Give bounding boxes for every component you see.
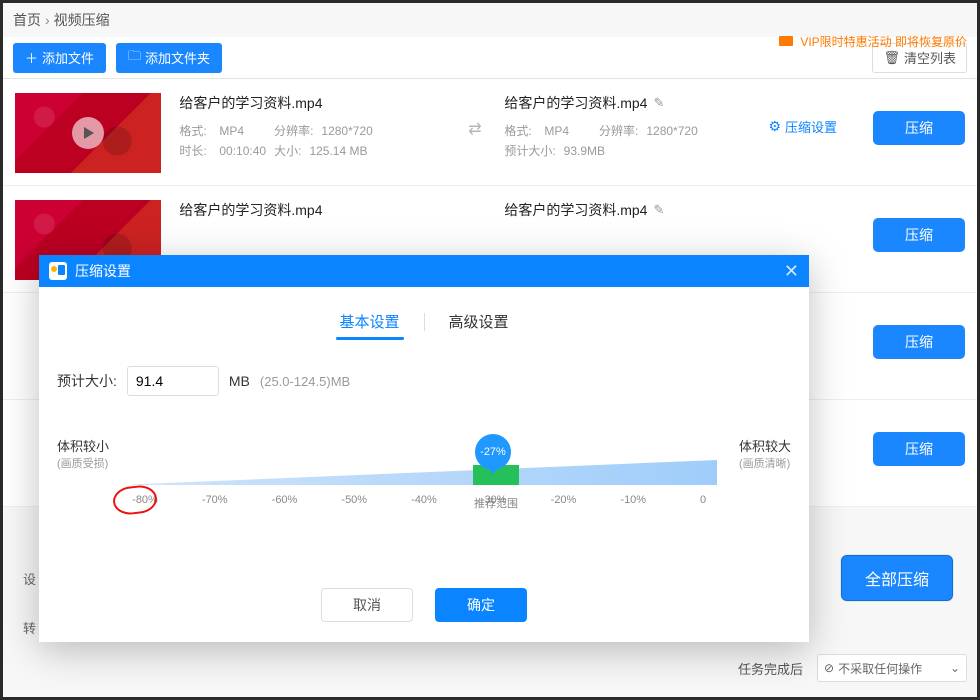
est-size-label: 预计大小: bbox=[57, 371, 117, 391]
dest-column: 给客户的学习资料.mp4 ✎ 格式:MP4 分辨率:1280*720 预计大小:… bbox=[504, 93, 732, 161]
est-size-row: 预计大小: MB (25.0-124.5)MB bbox=[57, 366, 809, 396]
source-filename: 给客户的学习资料.mp4 bbox=[179, 200, 445, 220]
add-folder-button[interactable]: 🗀 添加文件夹 bbox=[116, 43, 222, 73]
est-size-range: (25.0-124.5)MB bbox=[260, 374, 350, 389]
breadcrumb-current: 视频压缩 bbox=[54, 10, 110, 30]
folder-icon: 🗀 bbox=[128, 47, 141, 69]
compress-settings-dialog: 压缩设置 ✕ 基本设置 高级设置 预计大小: MB (25.0-124.5)MB… bbox=[39, 255, 809, 642]
app-window: 首页 › 视频压缩 VIP限时特惠活动 即将恢复原价 ＋ 添加文件 🗀 添加文件… bbox=[3, 3, 977, 697]
dialog-title: 压缩设置 bbox=[75, 261, 131, 281]
breadcrumb-home[interactable]: 首页 bbox=[13, 10, 41, 30]
vip-banner[interactable]: VIP限时特惠活动 即将恢复原价 bbox=[779, 33, 967, 50]
after-task-select[interactable]: ⊘ 不采取任何操作 ⌄ bbox=[817, 654, 967, 682]
ok-button[interactable]: 确定 bbox=[435, 588, 527, 622]
breadcrumb-sep: › bbox=[45, 12, 50, 28]
trash-icon: 🗑 bbox=[883, 50, 900, 66]
video-thumbnail[interactable] bbox=[15, 93, 161, 173]
dialog-footer: 取消 确定 bbox=[39, 588, 809, 622]
est-size-input[interactable] bbox=[127, 366, 219, 396]
after-task-label: 任务完成后 bbox=[738, 659, 803, 678]
dest-filename: 给客户的学习资料.mp4 bbox=[504, 93, 647, 113]
list-item: 给客户的学习资料.mp4 格式:MP4 分辨率:1280*720 时长:00:1… bbox=[3, 79, 977, 186]
compress-settings-link[interactable]: ⚙ 压缩设置 bbox=[768, 117, 837, 136]
play-icon bbox=[72, 117, 104, 149]
compress-button[interactable]: 压缩 bbox=[873, 218, 965, 252]
edit-icon[interactable]: ✎ bbox=[653, 95, 664, 111]
compress-button[interactable]: 压缩 bbox=[873, 325, 965, 359]
chevron-down-icon: ⌄ bbox=[950, 661, 960, 675]
compress-button[interactable]: 压缩 bbox=[873, 432, 965, 466]
edit-icon[interactable]: ✎ bbox=[653, 202, 664, 218]
add-file-label: 添加文件 bbox=[42, 48, 94, 67]
compress-button[interactable]: 压缩 bbox=[873, 111, 965, 145]
dialog-header: 压缩设置 ✕ bbox=[39, 255, 809, 287]
slider-left-label: 体积较小 (画质受损) bbox=[57, 436, 109, 471]
add-file-button[interactable]: ＋ 添加文件 bbox=[13, 43, 106, 73]
settings-stub: 设 转 bbox=[23, 569, 36, 637]
plus-icon: ＋ bbox=[25, 48, 38, 67]
compression-slider[interactable]: 体积较小 (画质受损) 体积较大 (画质清晰) 推荐范围 -27% -80% -… bbox=[57, 436, 791, 536]
vip-icon bbox=[779, 36, 793, 46]
clear-label: 清空列表 bbox=[904, 48, 956, 67]
tab-advanced[interactable]: 高级设置 bbox=[433, 305, 525, 338]
dialog-tabs: 基本设置 高级设置 bbox=[39, 305, 809, 338]
slider-track[interactable]: 推荐范围 -27% bbox=[131, 460, 717, 485]
slider-right-label: 体积较大 (画质清晰) bbox=[739, 436, 791, 471]
ban-icon: ⊘ bbox=[824, 661, 834, 675]
source-filename: 给客户的学习资料.mp4 bbox=[179, 93, 445, 113]
est-size-unit: MB bbox=[229, 373, 250, 389]
source-column: 给客户的学习资料.mp4 格式:MP4 分辨率:1280*720 时长:00:1… bbox=[179, 93, 445, 161]
add-folder-label: 添加文件夹 bbox=[145, 48, 210, 67]
slider-ramp bbox=[131, 460, 717, 485]
app-logo-icon bbox=[49, 262, 67, 280]
dest-filename: 给客户的学习资料.mp4 bbox=[504, 200, 647, 220]
slider-ticks: -80% -70% -60% -50% -40% -30% -20% -10% … bbox=[131, 494, 717, 506]
breadcrumb: 首页 › 视频压缩 bbox=[3, 3, 977, 37]
gear-icon: ⚙ bbox=[768, 118, 781, 135]
close-icon[interactable]: ✕ bbox=[784, 261, 799, 282]
swap-icon[interactable]: ⇄ bbox=[464, 93, 487, 139]
tab-basic[interactable]: 基本设置 bbox=[324, 305, 416, 338]
footer-bar: 任务完成后 ⊘ 不采取任何操作 ⌄ bbox=[13, 647, 967, 689]
cancel-button[interactable]: 取消 bbox=[321, 588, 413, 622]
annotation-circle bbox=[112, 484, 159, 516]
slider-marker[interactable]: -27% bbox=[475, 434, 511, 470]
compress-all-button[interactable]: 全部压缩 bbox=[841, 555, 953, 601]
vip-text: VIP限时特惠活动 即将恢复原价 bbox=[800, 35, 967, 49]
